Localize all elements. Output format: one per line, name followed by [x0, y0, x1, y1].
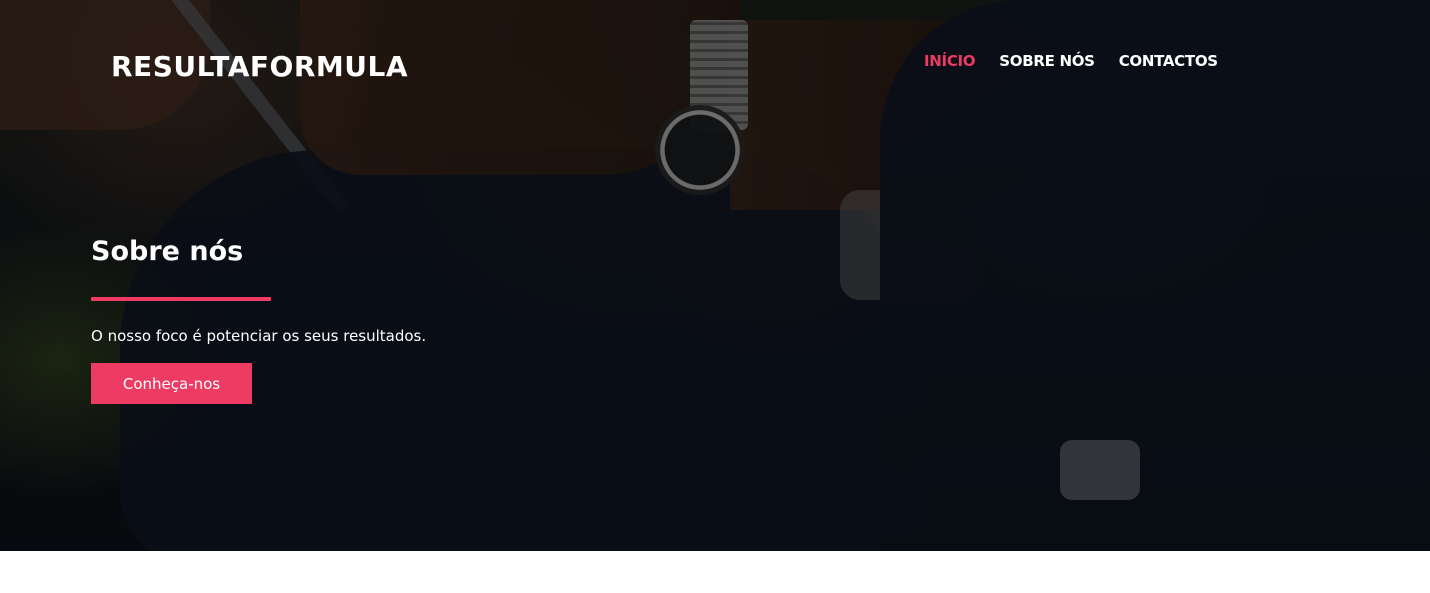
title-divider: [91, 297, 271, 301]
hero-section: RESULTAFORMULA INÍCIO SOBRE NÓS CONTACTO…: [0, 0, 1430, 551]
hero-subtitle: O nosso foco é potenciar os seus resulta…: [91, 327, 427, 345]
hero-content: Sobre nós O nosso foco é potenciar os se…: [91, 236, 426, 404]
cta-button[interactable]: Conheça-nos: [91, 363, 252, 404]
nav-item-inicio[interactable]: INÍCIO: [924, 52, 976, 70]
nav-item-contactos[interactable]: CONTACTOS: [1119, 52, 1218, 70]
brand-logo[interactable]: RESULTAFORMULA: [111, 50, 408, 83]
hero-title: Sobre nós: [91, 236, 244, 267]
nav-item-sobre-nos[interactable]: SOBRE NÓS: [999, 52, 1095, 70]
main-nav: INÍCIO SOBRE NÓS CONTACTOS: [924, 52, 1218, 70]
